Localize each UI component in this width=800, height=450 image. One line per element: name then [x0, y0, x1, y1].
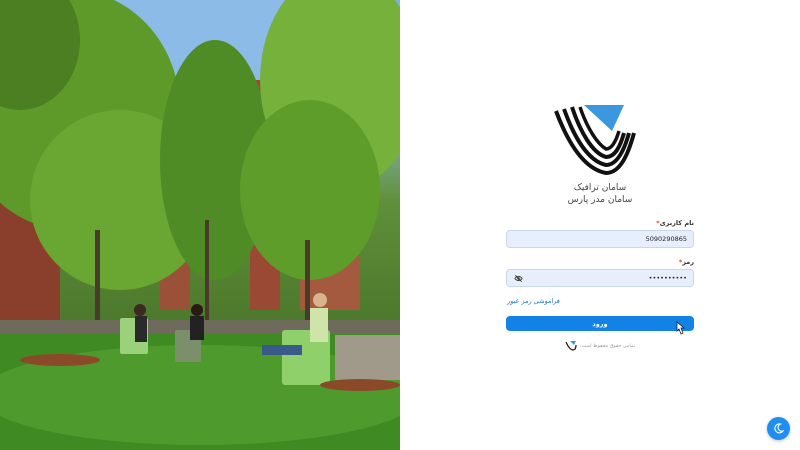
mouse-pointer-icon	[676, 321, 686, 335]
username-label: نام کاربری*	[654, 219, 694, 227]
password-label-text: رمز	[682, 258, 694, 266]
eye-slash-icon[interactable]	[514, 274, 523, 283]
park-scene-illustration	[0, 0, 400, 450]
tree-trunk	[305, 240, 310, 320]
background-photo	[0, 0, 400, 450]
copyright: تمامی حقوق محفوظ است.	[560, 341, 640, 351]
moon-icon	[774, 423, 784, 434]
tree-trunk	[95, 230, 100, 320]
brand-name: سامان ترافیک	[573, 183, 627, 193]
flower-bed	[20, 354, 100, 366]
login-button[interactable]: ورود	[506, 316, 694, 331]
person	[191, 304, 203, 316]
username-label-text: نام کاربری	[659, 219, 694, 227]
person	[134, 304, 146, 316]
theme-toggle-button[interactable]	[767, 417, 790, 440]
person	[190, 316, 204, 340]
flower-bed	[320, 379, 400, 391]
password-field[interactable]	[529, 270, 687, 286]
person	[313, 293, 327, 307]
saman-traffic-logo	[554, 105, 636, 175]
password-label: رمز*	[677, 258, 694, 266]
person	[262, 345, 302, 355]
person	[135, 316, 147, 342]
username-field[interactable]	[515, 231, 687, 247]
copyright-text: تمامی حقوق محفوظ است.	[580, 343, 635, 349]
login-panel: سامان ترافیک سامان مدر پارس نام کاربری* …	[400, 0, 800, 450]
saman-mini-logo-icon	[565, 341, 577, 351]
password-field-box	[506, 269, 694, 287]
person	[310, 308, 328, 342]
stone-planter	[335, 335, 400, 380]
tree-trunk	[205, 220, 209, 320]
username-field-box	[506, 230, 694, 248]
company-name: سامان مدر پارس	[567, 195, 633, 205]
forgot-password-link[interactable]: فراموشی رمز عبور	[507, 297, 560, 305]
